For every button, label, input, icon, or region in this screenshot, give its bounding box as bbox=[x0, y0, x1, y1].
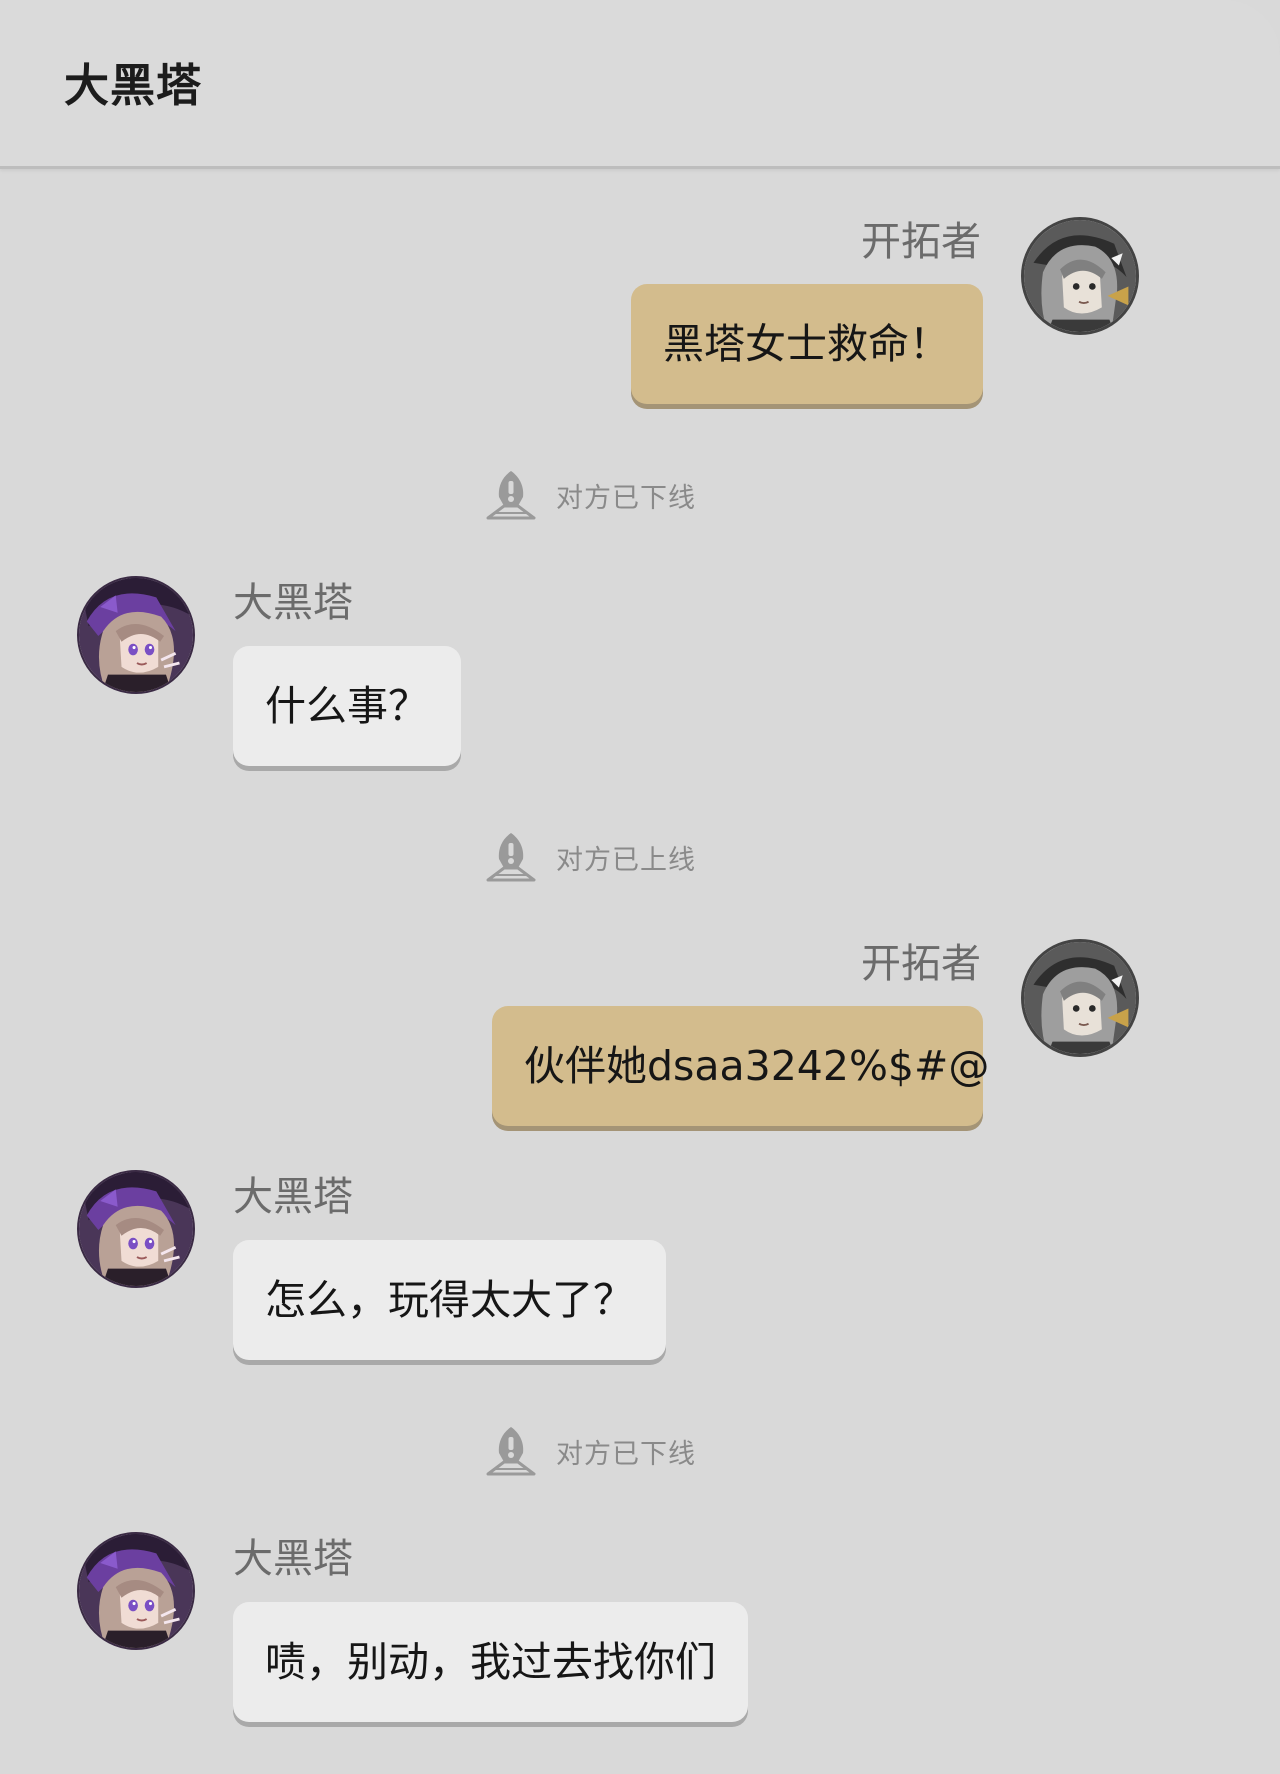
warning-beacon-icon bbox=[484, 1426, 538, 1476]
chat-header: 大黑塔 bbox=[0, 0, 1280, 169]
sender-name: 大黑塔 bbox=[233, 1536, 353, 1582]
herta-avatar[interactable] bbox=[77, 1532, 195, 1650]
sender-name: 大黑塔 bbox=[233, 580, 353, 626]
my-message-bubble[interactable]: 黑塔女士救命！ bbox=[631, 284, 983, 404]
chat-title: 大黑塔 bbox=[64, 59, 203, 112]
status-notice: 对方已下线 bbox=[0, 468, 1280, 522]
trailblazer-avatar[interactable] bbox=[1021, 217, 1139, 335]
message-text: 黑塔女士救命！ bbox=[663, 320, 950, 368]
other-message-bubble[interactable]: 什么事？ bbox=[233, 646, 461, 766]
message-text: 伙伴她dsaa3242%$#@ bbox=[524, 1042, 990, 1090]
warning-beacon-icon bbox=[484, 470, 538, 520]
status-text: 对方已上线 bbox=[556, 844, 696, 876]
herta-avatar[interactable] bbox=[77, 576, 195, 694]
status-notice: 对方已下线 bbox=[0, 1424, 1280, 1478]
chat-screen: 大黑塔 开拓者 黑塔女士救命！ 对方已下线 大黑塔 什么事？ 对方已上线 开拓者… bbox=[0, 0, 1280, 1774]
message-text: 什么事？ bbox=[265, 682, 429, 730]
sender-name: 大黑塔 bbox=[233, 1174, 353, 1220]
other-message-bubble[interactable]: 啧，别动，我过去找你们 bbox=[233, 1602, 748, 1722]
sender-name: 开拓者 bbox=[861, 219, 981, 265]
my-message-bubble[interactable]: 伙伴她dsaa3242%$#@ bbox=[492, 1006, 989, 1126]
warning-beacon-icon bbox=[484, 832, 538, 882]
sender-name: 开拓者 bbox=[861, 941, 981, 987]
status-text: 对方已下线 bbox=[556, 1438, 696, 1470]
status-text: 对方已下线 bbox=[556, 482, 696, 514]
trailblazer-avatar[interactable] bbox=[1021, 939, 1139, 1057]
herta-avatar[interactable] bbox=[77, 1170, 195, 1288]
status-notice: 对方已上线 bbox=[0, 830, 1280, 884]
other-message-bubble[interactable]: 怎么，玩得太大了？ bbox=[233, 1240, 666, 1360]
message-text: 怎么，玩得太大了？ bbox=[265, 1276, 634, 1324]
message-text: 啧，别动，我过去找你们 bbox=[265, 1638, 716, 1686]
